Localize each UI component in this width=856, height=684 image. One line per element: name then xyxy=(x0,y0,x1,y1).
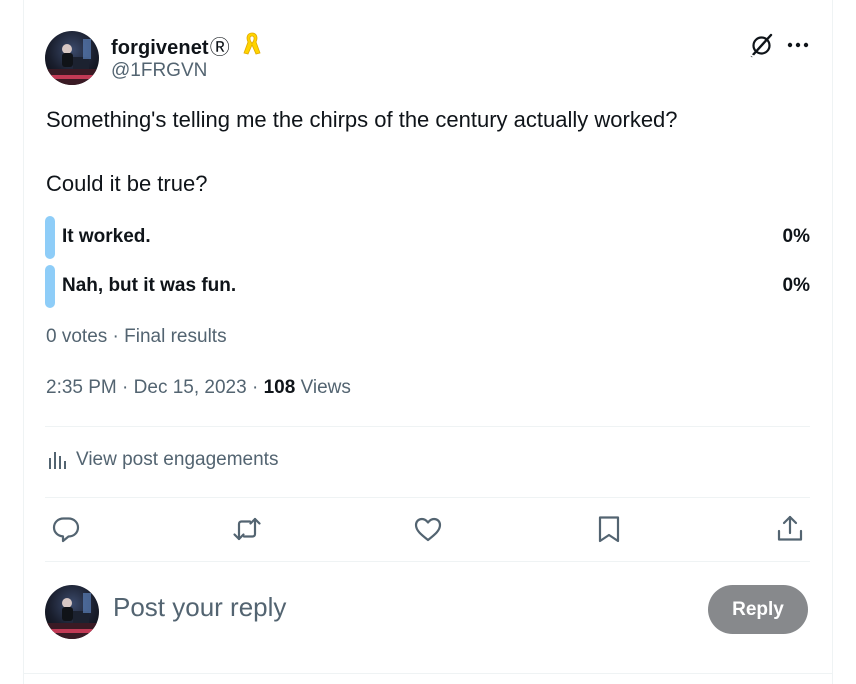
post-text-line2: Could it be true? xyxy=(46,171,208,196)
divider xyxy=(45,497,810,498)
views-count: 108 xyxy=(263,377,296,398)
share-icon[interactable] xyxy=(773,512,807,546)
separator: · xyxy=(251,377,259,398)
reply-button[interactable]: Reply xyxy=(708,585,808,634)
poll-option-label: It worked. xyxy=(62,226,151,247)
yellow-ribbon-icon xyxy=(242,31,262,57)
timestamp-row: 2:35 PM · Dec 15, 2023 · 108 Views xyxy=(46,377,351,399)
frame-bottom-border xyxy=(23,673,833,674)
poll-option-2[interactable]: Nah, but it was fun. 0% xyxy=(45,265,810,308)
post-text-line1: Something's telling me the chirps of the… xyxy=(46,107,678,132)
registered-badge: Ⓡ xyxy=(209,37,230,59)
post-time[interactable]: 2:35 PM xyxy=(46,377,117,398)
divider xyxy=(45,561,810,562)
like-icon[interactable] xyxy=(411,512,445,546)
poll-bar xyxy=(45,265,55,308)
repost-icon[interactable] xyxy=(230,512,264,546)
poll-option-percent: 0% xyxy=(782,226,810,247)
more-options-icon[interactable] xyxy=(785,32,811,58)
separator: · xyxy=(122,377,129,398)
post-date[interactable]: Dec 15, 2023 xyxy=(134,377,247,398)
poll-option-label: Nah, but it was fun. xyxy=(62,275,237,296)
analytics-icon xyxy=(49,452,66,469)
current-user-avatar[interactable] xyxy=(45,585,99,639)
reply-input[interactable]: Post your reply xyxy=(113,592,286,623)
grok-icon[interactable] xyxy=(749,33,774,58)
author-display-name[interactable]: forgivenetⓇ xyxy=(111,31,230,60)
reply-icon[interactable] xyxy=(49,512,83,546)
poll-option-1[interactable]: It worked. 0% xyxy=(45,216,810,259)
poll-option-percent: 0% xyxy=(782,275,810,296)
bookmark-icon[interactable] xyxy=(592,512,626,546)
poll-bar xyxy=(45,216,55,259)
engagements-label: View post engagements xyxy=(76,449,279,470)
divider xyxy=(45,426,810,427)
author-avatar[interactable] xyxy=(45,31,99,85)
views-label: Views xyxy=(300,377,351,398)
poll-results-meta: 0 votes · Final results xyxy=(46,326,227,347)
author-handle[interactable]: @1FRGVN xyxy=(111,60,207,82)
